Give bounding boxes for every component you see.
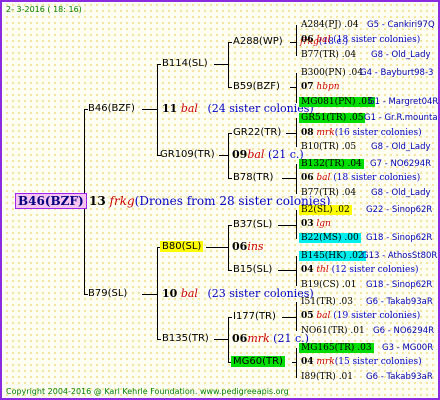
- connector: [157, 247, 158, 340]
- node-g3-4[interactable]: B37(SL): [233, 219, 272, 231]
- node-g4-5[interactable]: B10(TR) .05: [301, 141, 356, 153]
- ref-g4-0: G5 - Cankiri97Q: [367, 20, 435, 30]
- connector: [157, 64, 158, 156]
- connector: [228, 133, 232, 134]
- node-g2-2[interactable]: B80(SL): [160, 241, 204, 253]
- connector: [157, 339, 161, 340]
- info-g3-6-pair: 05 bal (19 sister colonies): [301, 311, 421, 321]
- ref-g4-11: G18 - Sinop62R: [366, 280, 433, 290]
- ref-g4-6: G7 - NO6294R: [370, 159, 432, 169]
- node-g3-3[interactable]: B78(TR): [233, 172, 273, 184]
- info-g3-5-pair: 04 thl (12 sister colonies): [301, 265, 419, 275]
- connector: [296, 302, 297, 331]
- ref-g4-2: G4 - Bayburt98-3: [360, 68, 434, 78]
- root-info: 13 frkg(Drones from 28 sister colonies): [89, 194, 331, 208]
- ref-g4-12: G6 - Takab93aR: [366, 297, 433, 307]
- connector: [296, 164, 297, 194]
- connector: [228, 133, 229, 179]
- connector: [142, 109, 157, 110]
- info-g2-2: 06ins: [232, 240, 264, 253]
- connector: [296, 25, 297, 56]
- info-g2-3: 06mrk (21 c.): [232, 332, 309, 345]
- connector: [157, 64, 161, 65]
- node-g2-0[interactable]: B114(SL): [162, 58, 208, 70]
- node-g4-7[interactable]: B77(TR) .04: [301, 187, 356, 199]
- connector: [228, 42, 232, 43]
- connector: [282, 317, 296, 318]
- node-g1-0[interactable]: B46(BZF): [88, 103, 135, 115]
- node-g2-3[interactable]: B135(TR): [162, 333, 209, 345]
- node-g4-8[interactable]: B2(SL) .02: [299, 204, 352, 216]
- info-g3-3-pair: 06 bal (18 sister colonies): [301, 173, 421, 183]
- node-g3-1[interactable]: B59(BZF): [233, 81, 280, 93]
- connector: [228, 178, 232, 179]
- connector: [142, 294, 157, 295]
- node-g4-11[interactable]: B19(CS) .01: [301, 279, 356, 291]
- ref-g4-5: G8 - Old_Lady: [371, 142, 431, 152]
- connector: [219, 155, 228, 156]
- ref-g4-14: G3 - MG00R: [382, 343, 434, 353]
- node-g4-2[interactable]: B300(PN) .04: [301, 67, 363, 79]
- connector: [228, 270, 232, 271]
- info-g3-7-pair: 04 mrk(15 sister colonies): [301, 357, 422, 367]
- node-g2-1[interactable]: GR109(TR): [160, 149, 215, 161]
- ref-g4-15: G6 - Takab93aR: [366, 372, 433, 382]
- connector: [228, 225, 229, 271]
- root-node[interactable]: B46(BZF): [15, 193, 87, 209]
- node-g3-2[interactable]: GR22(TR): [233, 127, 281, 139]
- ref-g4-7: G8 - Old_Lady: [371, 188, 431, 198]
- ref-g4-8: G22 - Sinop62R: [366, 205, 433, 215]
- node-g4-10[interactable]: B145(HK) .02: [299, 250, 366, 262]
- date-stamp: 2- 3-2016 ( 18: 16): [6, 5, 82, 14]
- node-g4-6[interactable]: B132(TR) .04: [299, 158, 364, 170]
- connector: [228, 317, 232, 318]
- info-g2-1: 09bal (21 c.): [232, 148, 304, 161]
- connector: [286, 133, 296, 134]
- connector: [296, 210, 297, 239]
- info-g1-0: 11 bal (24 sister colonies): [162, 102, 314, 115]
- info-g3-4-pair: 03 lgn: [301, 219, 331, 229]
- node-g4-3[interactable]: MG081(PN) .05: [299, 96, 375, 108]
- node-g4-13[interactable]: NO61(TR) .01: [301, 325, 365, 337]
- connector: [296, 73, 297, 103]
- node-g4-4[interactable]: GR51(TR) .05: [299, 112, 366, 124]
- info-g3-1-pair: 07 hbpn: [301, 82, 340, 92]
- connector: [278, 225, 296, 226]
- connector: [206, 247, 228, 248]
- node-g4-0[interactable]: A284(PJ) .04: [301, 19, 359, 31]
- node-g3-0[interactable]: A288(WP): [233, 36, 283, 48]
- info-g1-1: 10 bal (23 sister colonies): [162, 287, 314, 300]
- connector: [228, 42, 229, 88]
- connector: [228, 87, 232, 88]
- node-g4-1[interactable]: B77(TR) .04: [301, 49, 356, 61]
- ref-g4-4: G1 - Gr.R.mounta: [364, 113, 438, 123]
- ref-g4-9: G18 - Sinop62R: [366, 233, 433, 243]
- connector: [214, 339, 228, 340]
- node-g3-6[interactable]: I177(TR): [233, 311, 276, 323]
- node-g1-1[interactable]: B79(SL): [88, 288, 127, 300]
- ref-g4-1: G8 - Old_Lady: [371, 50, 431, 60]
- pedigree-chart: 2- 3-2016 ( 18: 16) B46(BZF) 13 frkg(Dro…: [0, 0, 440, 400]
- info-g3-2-pair: 08 mrk(16 sister colonies): [301, 128, 422, 138]
- node-g4-12[interactable]: I51(TR) .03: [301, 296, 353, 308]
- node-g4-15[interactable]: I89(TR) .01: [301, 371, 353, 383]
- ref-g4-3: G1 - Margret04R: [368, 97, 439, 107]
- connector: [296, 348, 297, 378]
- connector: [282, 178, 296, 179]
- node-g3-5[interactable]: B15(SL): [233, 264, 272, 276]
- node-g3-7[interactable]: MG60(TR): [231, 356, 285, 368]
- connector: [214, 64, 228, 65]
- connector: [228, 317, 229, 363]
- connector: [296, 118, 297, 147]
- connector: [296, 256, 297, 286]
- connector: [228, 225, 232, 226]
- ref-g4-10: G13 - AthosSt80R: [362, 251, 438, 261]
- node-g4-14[interactable]: MG165(TR) .03: [299, 342, 374, 354]
- info-g3-0-pair: 06 bal (18 sister colonies): [301, 35, 421, 45]
- node-g4-9[interactable]: B22(MS) .00: [299, 232, 361, 244]
- ref-g4-13: G6 - NO6294R: [373, 326, 435, 336]
- copyright-footer: Copyright 2004-2016 @ Karl Kehrle Founda…: [6, 387, 289, 396]
- connector: [278, 270, 296, 271]
